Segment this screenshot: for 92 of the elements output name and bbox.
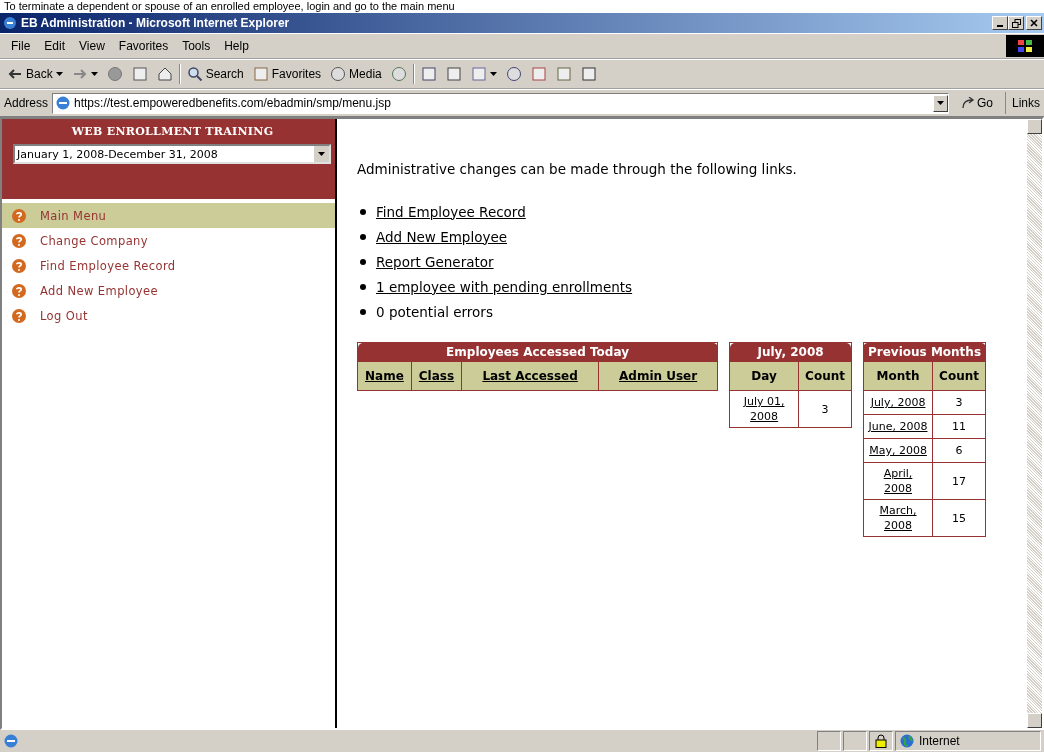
column-header[interactable]: Name [357, 361, 412, 391]
close-icon [1030, 19, 1038, 27]
column-header: Count [932, 361, 986, 391]
go-button[interactable]: Go [952, 96, 1001, 110]
question-icon [12, 308, 26, 323]
back-button[interactable]: Back [4, 65, 66, 83]
toolbar-icon [131, 66, 148, 82]
menu-item[interactable]: Edit [37, 39, 73, 53]
sidebar-item[interactable]: Main Menu [2, 203, 335, 228]
sidebar-item[interactable]: Find Employee Record [2, 253, 335, 278]
bullet-icon [360, 308, 366, 315]
toolbar-icon [252, 66, 269, 82]
column-header: Day [729, 361, 799, 391]
date-link[interactable]: July 01, 2008 [729, 390, 799, 428]
toolbar-icon [390, 66, 407, 82]
toolbar-icon [505, 66, 522, 82]
menu-link[interactable]: Find Employee Record [376, 203, 526, 220]
address-label: Address [4, 96, 49, 110]
dropdown-arrow-icon [318, 152, 325, 156]
date-link[interactable]: July, 2008 [863, 390, 933, 415]
toolbar-icon [106, 66, 123, 82]
status-text: 0 potential errors [376, 303, 493, 320]
date-link[interactable]: April, 2008 [863, 462, 933, 500]
minimize-button[interactable] [992, 16, 1008, 30]
column-header: Month [863, 361, 933, 391]
caret-icon [55, 72, 63, 76]
sidebar-item[interactable]: Add New Employee [2, 278, 335, 303]
bullet-icon [360, 233, 366, 240]
restore-icon [1011, 18, 1021, 28]
caret-icon [90, 72, 98, 76]
count-cell: 11 [932, 414, 986, 439]
question-icon [12, 233, 26, 248]
bullet-icon [360, 208, 366, 215]
intro-text: Administrative changes can be made through the following links. [357, 161, 798, 177]
column-header[interactable]: Last Accessed [461, 361, 599, 391]
count-cell: 15 [932, 499, 986, 537]
sidebar-title: WEB ENROLLMENT TRAINING [70, 125, 275, 138]
windows-logo-icon [1006, 35, 1044, 57]
lock-icon [875, 734, 887, 748]
column-header[interactable]: Class [411, 361, 462, 391]
count-cell: 3 [932, 390, 986, 415]
toolbar-icon [330, 66, 347, 82]
scrollbar[interactable] [1027, 119, 1042, 728]
zone-text: Internet [919, 734, 960, 748]
column-header: Count [798, 361, 852, 391]
menu-link[interactable]: Add New Employee [376, 228, 508, 245]
search-icon [186, 66, 203, 82]
question-icon [12, 208, 26, 223]
menu-link[interactable]: Report Generator [376, 253, 494, 270]
question-icon [12, 258, 26, 273]
arrow-icon [960, 97, 975, 109]
count-cell: 3 [798, 390, 852, 428]
bullet-icon [360, 258, 366, 265]
bullet-icon [360, 283, 366, 290]
count-cell: 17 [932, 462, 986, 500]
menu-item[interactable]: Tools [175, 39, 218, 53]
column-header[interactable]: Admin User [598, 361, 718, 391]
media-button[interactable]: Media [327, 65, 385, 83]
close-button[interactable] [1026, 16, 1042, 30]
toolbar-icon [445, 66, 462, 82]
date-link[interactable]: March, 2008 [863, 499, 933, 537]
caption-text: To terminate a dependent or spouse of an enrolled employee, login and go to the main menu [0, 0, 1044, 13]
restore-button[interactable] [1008, 16, 1024, 30]
menu-link[interactable]: 1 employee with pending enrollments [376, 278, 633, 295]
toolbar-icon [530, 66, 547, 82]
sidebar-item[interactable]: Log Out [2, 303, 335, 328]
count-cell: 6 [932, 438, 986, 463]
menu-item[interactable]: File [4, 39, 38, 53]
table-title: Previous Months [863, 342, 986, 362]
menu-item[interactable]: View [72, 39, 112, 53]
dropdown-arrow-icon [936, 101, 944, 105]
toolbar-icon [470, 66, 487, 82]
toolbar-icon [420, 66, 437, 82]
sidebar-item[interactable]: Change Company [2, 228, 335, 253]
table-title: July, 2008 [729, 342, 852, 362]
date-link[interactable]: May, 2008 [863, 438, 933, 463]
caret-icon [489, 72, 497, 76]
toolbar-icon [555, 66, 572, 82]
search-button[interactable]: Search [183, 65, 247, 83]
menu-item[interactable]: Help [217, 39, 256, 53]
menu-item[interactable]: Favorites [111, 39, 176, 53]
toolbar-icon [156, 66, 173, 82]
favorites-button[interactable]: Favorites [249, 65, 325, 83]
address-field[interactable]: https://test.empoweredbenefits.com/ebadmin/smp/menu.jsp [52, 92, 949, 114]
links-button[interactable]: Links [1005, 92, 1044, 114]
date-link[interactable]: June, 2008 [863, 414, 933, 439]
table-title: Employees Accessed Today [357, 342, 718, 362]
period-select[interactable]: January 1, 2008-December 31, 2008 [13, 144, 331, 164]
globe-icon [900, 734, 914, 748]
toolbar-icon [580, 66, 597, 82]
window-title: EB Administration - Microsoft Internet Explorer [21, 16, 291, 30]
question-icon [12, 283, 26, 298]
